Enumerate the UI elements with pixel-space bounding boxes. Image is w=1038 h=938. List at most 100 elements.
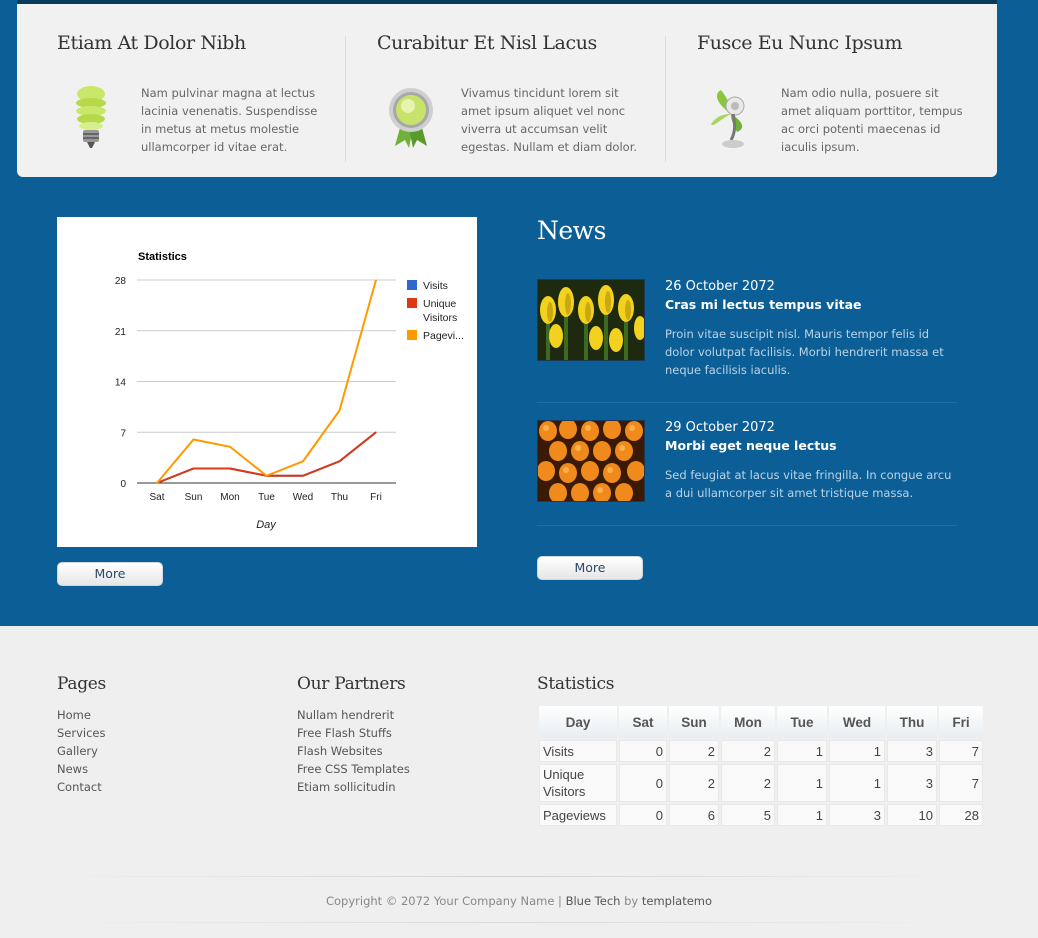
chart-xlabel: Day <box>256 519 277 531</box>
features-panel: Etiam At Dolor Nibh Nam pulvinar magna a… <box>17 0 997 177</box>
chart-svg: Statistics Day 0 7 14 21 28 Sat Sun Mon Tue Wed Th… <box>115 251 464 531</box>
copyright-text: Copyright © 2072 Your Company Name | <box>325 894 566 908</box>
feature-divider <box>665 36 666 162</box>
news-more-button[interactable]: More <box>537 556 643 580</box>
data-point <box>193 439 194 440</box>
feature-divider <box>345 36 346 162</box>
table-cell: 7 <box>939 764 983 802</box>
table-header-row: Day Sat Sun Mon Tue Wed Thu Fri <box>539 706 983 738</box>
table-cell: 1 <box>829 740 885 762</box>
partner-link[interactable]: Flash Websites <box>297 742 410 760</box>
feature-title: Curabitur Et Nisl Lacus <box>377 32 597 54</box>
footer-divider <box>57 922 957 923</box>
table-cell: 1 <box>829 764 885 802</box>
feature-1: Etiam At Dolor Nibh Nam pulvinar magna a… <box>57 32 357 154</box>
table-cell: 1 <box>777 804 827 826</box>
table-header-cell: Thu <box>887 706 937 738</box>
feature-text: Nam odio nulla, posuere sit amet aliquam… <box>781 86 963 154</box>
news-separator <box>537 402 957 403</box>
y-tick-label: 0 <box>120 479 126 490</box>
chart-more-button[interactable]: More <box>57 562 163 586</box>
table-cell: 6 <box>669 804 719 826</box>
feature-text: Nam pulvinar magna at lectus lacinia ven… <box>141 86 318 154</box>
data-point <box>302 460 304 462</box>
statistics-chart: Statistics Day 0 7 14 21 28 Sat Sun Mon Tue Wed Th… <box>57 217 477 547</box>
footer-link-gallery[interactable]: Gallery <box>57 742 106 760</box>
table-row-label: Unique Visitors <box>539 764 617 802</box>
partner-link[interactable]: Free CSS Templates <box>297 760 410 778</box>
partner-link[interactable]: Free Flash Stuffs <box>297 724 410 742</box>
feature-title: Fusce Eu Nunc Ipsum <box>697 32 903 54</box>
footer-partners-title: Our Partners <box>297 674 406 694</box>
feature-2: Curabitur Et Nisl Lacus Vivamus tincidun… <box>377 32 677 154</box>
data-point <box>266 475 267 477</box>
feature-text: Vivamus tincidunt lorem sit amet ipsum a… <box>461 86 638 154</box>
footer-link-services[interactable]: Services <box>57 724 106 742</box>
footer-pages: Pages Home Services Gallery News Contact <box>57 674 106 796</box>
statistics-table: Day Sat Sun Mon Tue Wed Thu Fri Visits 0… <box>537 704 985 828</box>
table-cell: 3 <box>887 740 937 762</box>
data-point <box>375 279 377 281</box>
table-cell: 7 <box>939 740 983 762</box>
author-link[interactable]: templatemo <box>642 894 712 908</box>
news-thumbnail-yellow-tulips[interactable] <box>537 279 645 361</box>
footer-stats-title: Statistics <box>537 674 615 694</box>
table-cell: 10 <box>887 804 937 826</box>
data-point <box>193 468 194 469</box>
table-header-cell: Tue <box>777 706 827 738</box>
x-tick-label: Thu <box>331 492 348 503</box>
legend-label: Unique <box>423 298 456 310</box>
table-cell: 5 <box>721 804 775 826</box>
table-cell: 28 <box>939 804 983 826</box>
table-cell: 2 <box>669 764 719 802</box>
feature-title: Etiam At Dolor Nibh <box>57 32 246 54</box>
partner-link[interactable]: Nullam hendrerit <box>297 706 410 724</box>
data-point <box>229 468 231 469</box>
x-tick-label: Fri <box>370 492 382 503</box>
partner-link[interactable]: Etiam sollicitudin <box>297 778 410 796</box>
footer-partners: Our Partners Nullam hendrerit Free Flash… <box>297 674 410 796</box>
legend-swatch <box>407 280 417 290</box>
footer-link-contact[interactable]: Contact <box>57 778 106 796</box>
x-tick-label: Sat <box>149 492 164 503</box>
award-badge-icon <box>389 88 433 148</box>
footer-stats: Statistics <box>537 674 614 694</box>
x-tick-label: Sun <box>185 492 203 503</box>
table-header-cell: Sat <box>619 706 667 738</box>
table-cell: 1 <box>777 764 827 802</box>
legend-label: Pagevi... <box>423 330 464 342</box>
chart-title: Statistics <box>138 251 187 263</box>
legend-swatch <box>407 298 417 308</box>
lightbulb-icon <box>76 86 106 148</box>
news-title: News <box>537 216 606 245</box>
table-cell: 2 <box>669 740 719 762</box>
news-thumbnail-orange-tulips[interactable] <box>537 420 645 502</box>
footer-link-news[interactable]: News <box>57 760 106 778</box>
news-headline-link[interactable]: Morbi eget neque lectus <box>665 438 837 453</box>
site-link[interactable]: Blue Tech <box>566 894 621 908</box>
data-point <box>375 431 377 433</box>
y-tick-label: 7 <box>120 428 126 439</box>
data-point <box>156 482 158 484</box>
news-headline-link[interactable]: Cras mi lectus tempus vitae <box>665 297 862 312</box>
footer-divider <box>57 876 957 877</box>
table-cell: 1 <box>777 740 827 762</box>
data-point <box>339 460 340 462</box>
legend-swatch <box>407 330 417 340</box>
news-separator <box>537 525 957 526</box>
footer-pages-title: Pages <box>57 674 106 694</box>
data-point <box>302 475 304 477</box>
table-row-label: Visits <box>539 740 617 762</box>
eco-fan-icon <box>711 90 745 148</box>
table-header-cell: Sun <box>669 706 719 738</box>
x-tick-label: Mon <box>220 492 239 503</box>
table-cell: 0 <box>619 740 667 762</box>
news-date: 26 October 2072 <box>665 279 775 294</box>
table-header-cell: Mon <box>721 706 775 738</box>
footer-link-home[interactable]: Home <box>57 706 106 724</box>
table-cell: 0 <box>619 804 667 826</box>
news-body: Sed feugiat at lacus vitae fringilla. In… <box>665 468 952 500</box>
y-tick-label: 14 <box>115 378 127 389</box>
table-row-label: Pageviews <box>539 804 617 826</box>
table-cell: 2 <box>721 764 775 802</box>
